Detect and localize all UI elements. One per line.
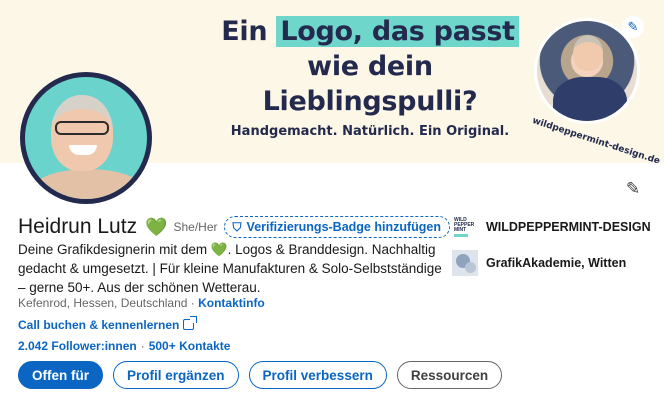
- contact-info-link[interactable]: Kontaktinfo: [198, 296, 265, 310]
- improve-profile-button[interactable]: Profil verbessern: [248, 361, 387, 389]
- profile-headline: Deine Grafikdesignerin mit dem 💚. Logos …: [18, 240, 448, 297]
- banner-headline-line3: Lieblingspulli?: [262, 86, 478, 117]
- verification-badge-button[interactable]: ⛉ Verifizierungs-Badge hinzufügen: [223, 216, 451, 238]
- name-row: Heidrun Lutz 💚 She/Her ⛉ Verifizierungs-…: [18, 215, 451, 239]
- avatar-photo: [25, 77, 147, 199]
- org-item-wildpeppermint[interactable]: WILD PEPPER MINT WILDPEPPERMINT-DESIGN: [452, 214, 651, 240]
- external-link-icon: [183, 316, 198, 330]
- banner-portrait-body: [553, 77, 627, 121]
- logo-accent-bar: [454, 233, 468, 237]
- shield-icon: ⛉: [232, 219, 242, 234]
- network-stats: 2.042 Follower:innen · 500+ Kontakte: [18, 339, 230, 353]
- banner-subline: Handgemacht. Natürlich. Ein Original.: [230, 124, 510, 139]
- resources-button[interactable]: Ressourcen: [396, 361, 503, 389]
- banner-headline-prefix: Ein: [221, 16, 277, 47]
- followers-link[interactable]: 2.042 Follower:innen: [18, 339, 137, 353]
- location-text: Kefenrod, Hessen, Deutschland: [18, 296, 188, 310]
- organizations-list: WILD PEPPER MINT WILDPEPPERMINT-DESIGN G…: [452, 214, 651, 286]
- add-profile-section-button[interactable]: Profil ergänzen: [113, 361, 239, 389]
- banner-portrait-head: [573, 35, 603, 71]
- location-separator: ·: [187, 296, 199, 310]
- school-logo-shape: [465, 262, 476, 273]
- banner-edit-button[interactable]: ✎: [622, 16, 644, 38]
- wildpeppermint-logo-text: WILD PEPPER MINT: [454, 216, 475, 233]
- edit-intro-button[interactable]: ✎: [622, 178, 644, 200]
- banner-headline-line2: wie dein: [307, 51, 433, 82]
- profile-action-buttons: Offen für Profil ergänzen Profil verbess…: [18, 361, 503, 389]
- pencil-icon: ✎: [627, 19, 639, 34]
- verification-badge-label: Verifizierungs-Badge hinzufügen: [246, 220, 442, 234]
- banner-headline: Ein Logo, das passt wie dein Lieblingspu…: [210, 14, 530, 119]
- avatar-body: [33, 169, 143, 199]
- location-line: Kefenrod, Hessen, Deutschland · Kontakti…: [18, 296, 265, 310]
- org-name: WILDPEPPERMINT-DESIGN: [486, 220, 651, 234]
- call-booking-link[interactable]: Call buchen & kennenlernen: [18, 316, 198, 332]
- wildpeppermint-logo: WILD PEPPER MINT: [452, 214, 478, 240]
- heart-icon: 💚: [210, 242, 228, 257]
- profile-avatar[interactable]: [20, 72, 152, 204]
- pronouns: She/Her: [173, 220, 218, 234]
- stats-separator: ·: [140, 339, 145, 353]
- call-booking-label: Call buchen & kennenlernen: [18, 318, 180, 332]
- profile-name: Heidrun Lutz: [18, 215, 138, 238]
- headline-text-start: Deine Grafikdesignerin mit dem: [18, 242, 211, 257]
- school-logo: [452, 250, 478, 276]
- open-to-button[interactable]: Offen für: [18, 361, 103, 389]
- pencil-icon: ✎: [625, 179, 641, 198]
- heart-icon: 💚: [145, 216, 168, 237]
- org-item-grafikakademie[interactable]: GrafikAkademie, Witten: [452, 250, 651, 276]
- org-name: GrafikAkademie, Witten: [486, 256, 627, 270]
- connections-link[interactable]: 500+ Kontakte: [149, 339, 231, 353]
- avatar-glasses: [55, 121, 109, 135]
- banner-headline-highlight: Logo, das passt: [276, 16, 519, 47]
